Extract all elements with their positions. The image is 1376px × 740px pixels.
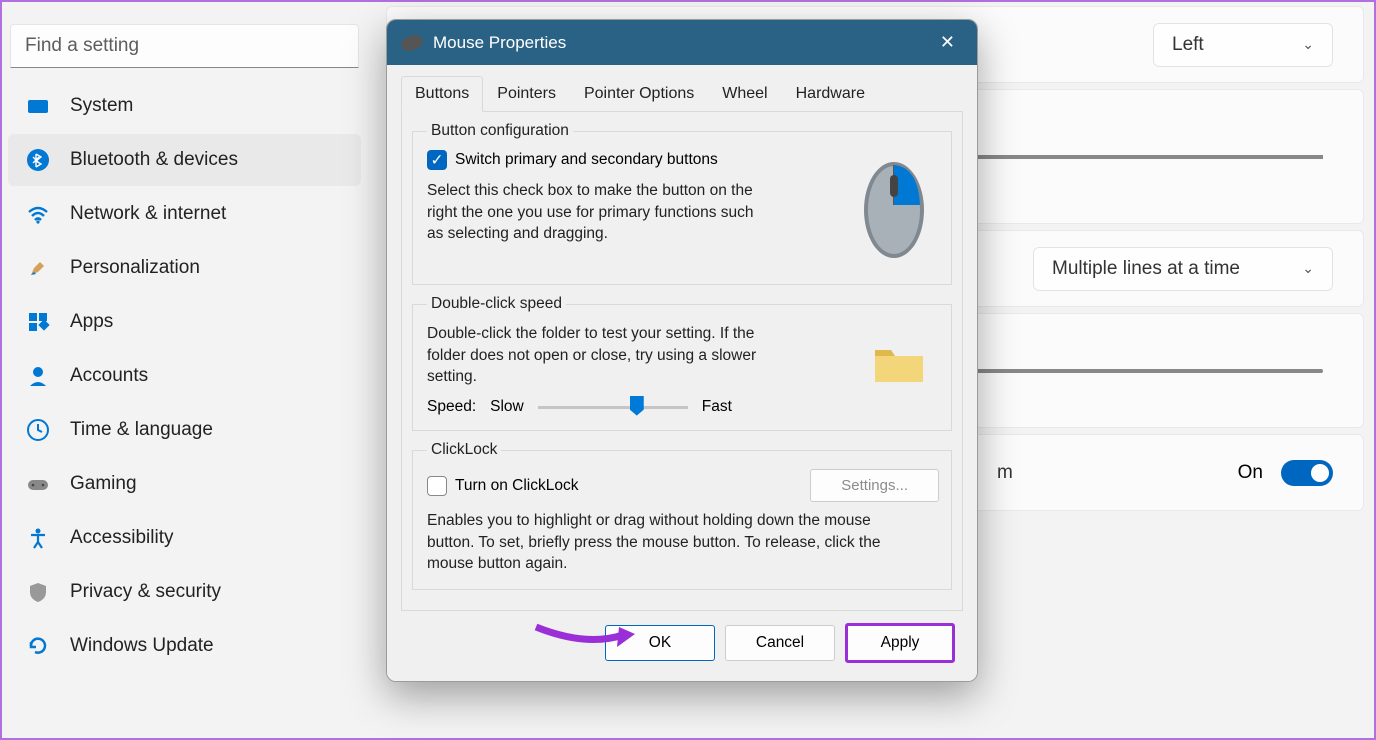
hover-toggle[interactable]: On [1238,460,1333,486]
toggle-label: On [1238,462,1263,484]
sidebar-item-label: Gaming [70,473,137,495]
mouse-icon [399,32,424,53]
sidebar-item-label: Windows Update [70,635,214,657]
sidebar-item-personalization[interactable]: Personalization [8,242,361,294]
button-config-description: Select this check box to make the button… [427,180,767,245]
group-legend: ClickLock [427,441,501,459]
group-legend: Double-click speed [427,295,566,313]
tab-wheel[interactable]: Wheel [708,76,781,112]
fast-label: Fast [702,398,732,416]
sidebar-item-label: Personalization [70,257,200,279]
clock-globe-icon [26,418,50,442]
dropdown-value: Multiple lines at a time [1052,258,1240,280]
dialog-footer: OK Cancel Apply [401,611,963,667]
sidebar-item-gaming[interactable]: Gaming [8,458,361,510]
sidebar-item-accessibility[interactable]: Accessibility [8,512,361,564]
primary-button-dropdown[interactable]: Left ⌄ [1153,23,1333,67]
person-icon [26,364,50,388]
bluetooth-icon [26,148,50,172]
chevron-down-icon: ⌄ [1302,36,1314,53]
mouse-preview-image [849,150,939,270]
apply-button[interactable]: Apply [845,623,955,663]
slider-thumb[interactable] [630,396,644,416]
sidebar-item-privacy[interactable]: Privacy & security [8,566,361,618]
sidebar-item-accounts[interactable]: Accounts [8,350,361,402]
test-folder-icon[interactable] [859,323,939,403]
double-click-group: Double-click speed Double-click the fold… [412,295,952,431]
dialog-titlebar[interactable]: Mouse Properties ✕ [387,20,977,65]
wifi-icon [26,202,50,226]
sidebar-item-time[interactable]: Time & language [8,404,361,456]
double-click-description: Double-click the folder to test your set… [427,323,787,388]
clicklock-description: Enables you to highlight or drag without… [427,510,907,575]
chevron-down-icon: ⌄ [1302,260,1314,277]
sidebar-item-network[interactable]: Network & internet [8,188,361,240]
cancel-button[interactable]: Cancel [725,625,835,661]
gamepad-icon [26,472,50,496]
sidebar-item-label: Privacy & security [70,581,221,603]
double-click-slider[interactable] [538,406,688,409]
sidebar-item-label: Network & internet [70,203,226,225]
sidebar-item-label: Bluetooth & devices [70,149,238,171]
tab-buttons[interactable]: Buttons [401,76,483,112]
group-legend: Button configuration [427,122,573,140]
sidebar-item-label: Apps [70,311,113,333]
sidebar-item-label: Time & language [70,419,213,441]
dropdown-value: Left [1172,34,1204,56]
annotation-arrow [531,619,641,653]
sidebar-item-apps[interactable]: Apps [8,296,361,348]
dialog-title: Mouse Properties [433,33,566,53]
display-icon [26,94,50,118]
search-input[interactable]: Find a setting [10,24,359,68]
sidebar-item-system[interactable]: System [8,80,361,132]
sidebar-item-label: Accessibility [70,527,173,549]
tab-hardware[interactable]: Hardware [782,76,879,112]
dialog-tabs: Buttons Pointers Pointer Options Wheel H… [401,75,963,112]
accessibility-icon [26,526,50,550]
switch-buttons-checkbox[interactable]: ✓ [427,150,447,170]
speed-label: Speed: [427,398,476,416]
slow-label: Slow [490,398,524,416]
sidebar-item-label: Accounts [70,365,148,387]
clicklock-checkbox[interactable] [427,476,447,496]
sidebar-item-bluetooth[interactable]: Bluetooth & devices [8,134,361,186]
update-icon [26,634,50,658]
checkbox-label: Switch primary and secondary buttons [455,151,718,169]
button-config-group: Button configuration ✓ Switch primary an… [412,122,952,285]
settings-sidebar: Find a setting System Bluetooth & device… [2,2,367,738]
close-button[interactable]: ✕ [932,28,963,57]
clicklock-group: ClickLock Turn on ClickLock Settings... … [412,441,952,590]
tab-pointer-options[interactable]: Pointer Options [570,76,708,112]
paintbrush-icon [26,256,50,280]
scrolling-dropdown[interactable]: Multiple lines at a time ⌄ [1033,247,1333,291]
mouse-properties-dialog: Mouse Properties ✕ Buttons Pointers Poin… [386,19,978,682]
checkbox-label: Turn on ClickLock [455,477,578,495]
sidebar-item-label: System [70,95,133,117]
toggle-pill[interactable] [1281,460,1333,486]
tab-pointers[interactable]: Pointers [483,76,570,112]
clicklock-settings-button[interactable]: Settings... [810,469,939,502]
sidebar-item-update[interactable]: Windows Update [8,620,361,672]
nav-list: System Bluetooth & devices Network & int… [2,80,367,672]
apps-icon [26,310,50,334]
shield-icon [26,580,50,604]
